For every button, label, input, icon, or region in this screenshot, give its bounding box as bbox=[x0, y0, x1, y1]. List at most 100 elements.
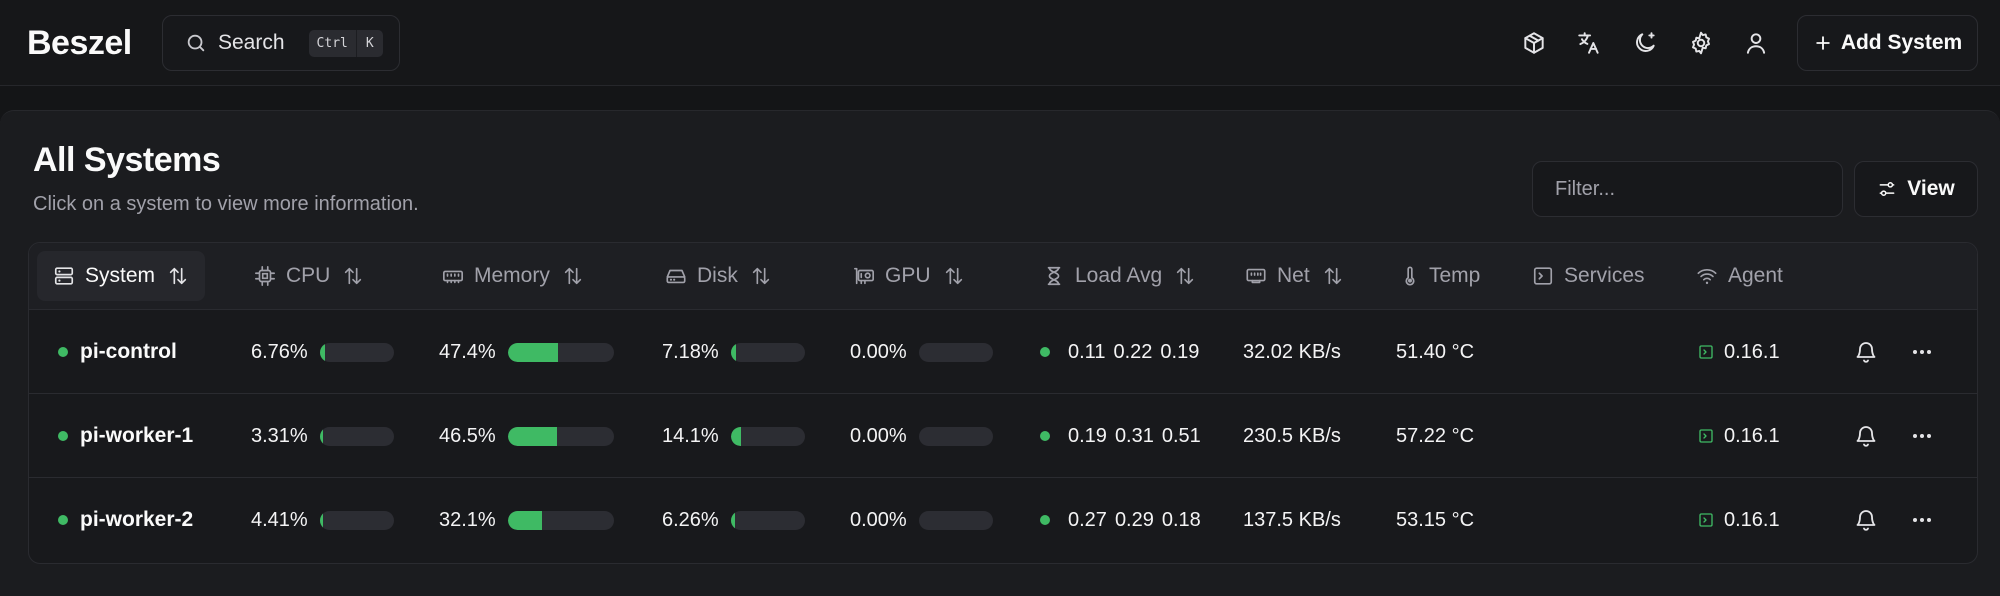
column-label-agent: Agent bbox=[1728, 264, 1783, 287]
cpu-meter-fill bbox=[319, 426, 323, 446]
column-header-cpu[interactable]: CPU bbox=[254, 251, 364, 301]
agent-cell: 0.16.1 bbox=[1698, 478, 1780, 562]
cpu-meter-fill bbox=[319, 342, 325, 362]
load-status-dot bbox=[1040, 347, 1050, 357]
gpu-meter bbox=[918, 426, 993, 446]
table-row[interactable]: pi-control 6.76% 47.4% 7.18% 0.00% 0.11 bbox=[29, 310, 1977, 394]
filter-input[interactable] bbox=[1532, 161, 1843, 217]
gpu-cell: 0.00% bbox=[850, 310, 993, 394]
gpu-icon bbox=[853, 265, 875, 287]
disk-meter bbox=[730, 426, 805, 446]
load-status-dot bbox=[1040, 431, 1050, 441]
load-avg-cell: 0.27 0.29 0.18 bbox=[1040, 478, 1201, 562]
more-actions-button[interactable] bbox=[1907, 505, 1937, 535]
column-label-services: Services bbox=[1564, 264, 1645, 287]
cpu-meter bbox=[319, 510, 394, 530]
memory-value: 32.1% bbox=[439, 508, 496, 531]
column-header-load-avg[interactable]: Load Avg bbox=[1043, 251, 1196, 301]
more-horizontal-icon bbox=[1910, 508, 1934, 532]
user-menu-button[interactable] bbox=[1739, 26, 1773, 60]
column-header-net[interactable]: Net bbox=[1245, 251, 1344, 301]
table-row[interactable]: pi-worker-1 3.31% 46.5% 14.1% 0.00% 0.19 bbox=[29, 394, 1977, 478]
load-5m: 0.29 bbox=[1114, 508, 1154, 531]
table-header: System CPU Memory Disk GPU Load Avg Net … bbox=[29, 243, 1977, 310]
agent-version: 0.16.1 bbox=[1724, 424, 1780, 447]
load-status-dot bbox=[1040, 515, 1050, 525]
disk-cell: 6.26% bbox=[662, 478, 805, 562]
disk-value: 7.18% bbox=[662, 340, 719, 363]
theme-toggle-button[interactable] bbox=[1628, 26, 1662, 60]
sort-arrows-icon bbox=[1174, 265, 1196, 287]
net-cell: 137.5 KB/s bbox=[1243, 508, 1341, 531]
cpu-meter bbox=[319, 342, 394, 362]
memory-meter-fill bbox=[507, 426, 557, 446]
user-icon bbox=[1743, 30, 1769, 56]
sort-arrows-icon bbox=[167, 265, 189, 287]
column-header-memory[interactable]: Memory bbox=[442, 251, 584, 301]
bell-icon bbox=[1854, 508, 1878, 532]
more-actions-button[interactable] bbox=[1907, 421, 1937, 451]
hourglass-icon bbox=[1043, 265, 1065, 287]
memory-cell: 47.4% bbox=[439, 310, 614, 394]
shortcut-key-ctrl: Ctrl bbox=[316, 35, 348, 51]
system-cell[interactable]: pi-control bbox=[58, 310, 177, 394]
cube-button[interactable] bbox=[1517, 26, 1551, 60]
gpu-cell: 0.00% bbox=[850, 478, 993, 562]
agent-version: 0.16.1 bbox=[1724, 508, 1780, 531]
top-bar: Beszel Search Ctrl K Add System bbox=[0, 0, 2000, 86]
agent-terminal-icon bbox=[1698, 428, 1714, 444]
cube-icon bbox=[1521, 30, 1547, 56]
system-cell[interactable]: pi-worker-2 bbox=[58, 478, 193, 562]
temp-cell: 57.22 °C bbox=[1396, 424, 1475, 447]
alerts-button[interactable] bbox=[1851, 421, 1881, 451]
system-cell[interactable]: pi-worker-1 bbox=[58, 394, 193, 478]
load-1m: 0.19 bbox=[1068, 424, 1107, 447]
terminal-icon bbox=[1532, 265, 1554, 287]
gpu-value: 0.00% bbox=[850, 508, 907, 531]
memory-meter bbox=[507, 426, 614, 446]
column-label-cpu: CPU bbox=[286, 264, 331, 287]
system-name: pi-worker-2 bbox=[80, 508, 194, 531]
column-header-system[interactable]: System bbox=[37, 251, 206, 301]
memory-cell: 46.5% bbox=[439, 394, 614, 478]
keyboard-shortcut: Ctrl K bbox=[308, 29, 383, 57]
server-icon bbox=[53, 265, 75, 287]
table-row[interactable]: pi-worker-2 4.41% 32.1% 6.26% 0.00% 0.27 bbox=[29, 478, 1977, 562]
column-header-temp: Temp bbox=[1399, 251, 1480, 301]
memory-icon bbox=[442, 265, 464, 287]
status-dot-up bbox=[58, 347, 68, 357]
thermometer-icon bbox=[1399, 265, 1421, 287]
alerts-button[interactable] bbox=[1851, 505, 1881, 535]
language-button[interactable] bbox=[1572, 26, 1606, 60]
column-header-gpu[interactable]: GPU bbox=[853, 251, 965, 301]
cpu-value: 6.76% bbox=[251, 340, 308, 363]
plus-icon bbox=[1813, 33, 1833, 53]
sort-arrows-icon bbox=[562, 265, 584, 287]
translate-icon bbox=[1576, 30, 1602, 56]
column-label-gpu: GPU bbox=[885, 264, 931, 287]
temp-cell: 51.40 °C bbox=[1396, 340, 1475, 363]
status-dot-up bbox=[58, 431, 68, 441]
agent-terminal-icon bbox=[1698, 344, 1714, 360]
disk-meter-fill bbox=[730, 510, 736, 530]
logo[interactable]: Beszel bbox=[27, 20, 132, 66]
cpu-meter bbox=[319, 426, 394, 446]
column-header-disk[interactable]: Disk bbox=[665, 251, 772, 301]
more-horizontal-icon bbox=[1910, 424, 1934, 448]
settings-button[interactable] bbox=[1684, 26, 1718, 60]
disk-cell: 14.1% bbox=[662, 394, 805, 478]
view-options-button[interactable]: View bbox=[1854, 161, 1978, 217]
more-actions-button[interactable] bbox=[1907, 337, 1937, 367]
column-label-disk: Disk bbox=[697, 264, 738, 287]
alerts-button[interactable] bbox=[1851, 337, 1881, 367]
load-15m: 0.19 bbox=[1160, 340, 1200, 363]
cpu-value: 3.31% bbox=[251, 424, 308, 447]
memory-meter-fill bbox=[507, 342, 558, 362]
search-button[interactable]: Search Ctrl K bbox=[162, 15, 400, 71]
sliders-icon bbox=[1877, 179, 1897, 199]
page-subtitle: Click on a system to view more informati… bbox=[33, 193, 419, 215]
add-system-button[interactable]: Add System bbox=[1797, 15, 1978, 71]
agent-cell: 0.16.1 bbox=[1698, 310, 1780, 394]
disk-meter-fill bbox=[730, 342, 737, 362]
column-label-net: Net bbox=[1277, 264, 1310, 287]
